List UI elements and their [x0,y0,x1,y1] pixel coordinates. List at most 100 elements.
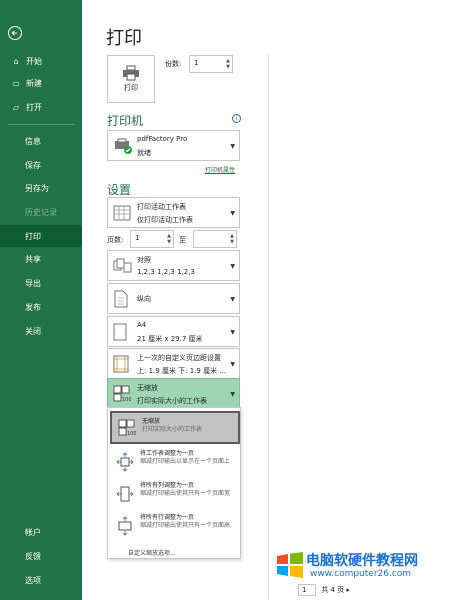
chevron-down-icon: ▼ [230,143,235,150]
printer-status: 就绪 [137,149,151,157]
windows-logo-icon [277,552,303,578]
page-number-input[interactable]: 1 [298,584,316,596]
scaling-option-no-scaling[interactable]: 100 无缩放 打印实际大小的工作表 [110,411,240,444]
printer-dropdown[interactable]: pdfFactory Pro 就绪 ▼ [107,130,240,161]
preview-divider [268,54,269,600]
new-file-icon: ▭ [12,78,20,88]
svg-text:100: 100 [122,397,131,403]
pages-to-input[interactable]: ▲ ▼ [193,230,237,248]
nav-new[interactable]: ▭ 新建 [0,72,82,94]
nav-save-as[interactable]: 另存为 [0,177,82,199]
next-page-button[interactable]: ▸ [346,586,350,594]
scaling-desc: 打印实际大小的工作表 [137,397,207,405]
print-button[interactable]: 打印 [107,55,155,103]
pages-label: 页数: [107,236,124,244]
nav-history: 历史记录 [25,207,57,217]
paper-icon [113,323,127,341]
option-desc: 打印实际大小的工作表 [142,426,203,433]
chevron-down-icon: ▼ [230,329,235,336]
watermark-title: 电脑软硬件教程网 [306,553,418,569]
paper-title: A4 [137,321,147,329]
option-title: 将工作表调整为一页 [140,450,195,457]
margins-dropdown[interactable]: 上一次的自定义页边距设置 上: 1.9 厘米 下: 1.9 厘米 ... ▼ [107,348,240,379]
option-title: 无缩放 [142,418,161,425]
margins-desc: 上: 1.9 厘米 下: 1.9 厘米 ... [137,367,227,375]
copies-input[interactable]: 1 ▲ ▼ [189,55,233,73]
chevron-down-icon: ▼ [230,391,235,398]
to-label: 至 [179,236,186,244]
option-desc: 缩减打印输出使其只有一个页面宽 [140,490,231,497]
back-button[interactable] [8,26,22,40]
fit-sheet-icon [116,452,134,472]
margins-icon [113,355,129,373]
fit-rows-icon [118,516,132,536]
info-icon[interactable]: i [232,114,241,123]
site-watermark: 电脑软硬件教程网 www.computer26.com [276,546,446,584]
scaling-option-fit-columns[interactable]: 将所有列调整为一页 缩减打印输出使其只有一个页面宽 [110,480,240,512]
print-what-title: 打印活动工作表 [137,203,186,211]
nav-save[interactable]: 保存 [0,154,82,176]
nav-label: 新建 [26,78,42,88]
fit-columns-icon [116,486,134,502]
pages-from-input[interactable]: 1 ▲ ▼ [130,230,174,248]
page-title: 打印 [106,28,142,49]
back-arrow-icon [11,30,17,36]
orientation-dropdown[interactable]: 纵向 ▼ [107,283,240,314]
nav-open[interactable]: ▱ 打开 [0,96,82,118]
nav-publish[interactable]: 发布 [0,296,82,318]
paper-size-dropdown[interactable]: A4 21 厘米 x 29.7 厘米 ▼ [107,316,240,347]
nav-export[interactable]: 导出 [0,272,82,294]
printer-name: pdfFactory Pro [137,135,188,143]
printer-heading: 打印机 [107,114,144,128]
nav-info[interactable]: 信息 [0,130,82,152]
paper-desc: 21 厘米 x 29.7 厘米 [137,335,203,343]
chevron-down-icon: ▼ [230,361,235,368]
copies-label: 份数: [165,60,182,68]
svg-text:100: 100 [127,431,136,437]
custom-scaling-link[interactable]: 自定义缩放选项... [128,548,176,557]
no-scaling-icon: 100 [113,385,131,403]
nav-print[interactable]: 打印 [0,225,82,247]
option-title: 将所有列调整为一页 [140,482,195,489]
nav-close[interactable]: 关闭 [0,320,82,342]
preview-pager: 1 共 4 页 ▸ [298,584,350,596]
chevron-down-icon: ▼ [230,296,235,303]
printer-properties-link[interactable]: 打印机属性 [205,165,235,174]
print-what-dropdown[interactable]: 打印活动工作表 仅打印活动工作表 ▼ [107,197,240,228]
scaling-title: 无缩放 [137,384,158,392]
option-title: 将所有行调整为一页 [140,514,195,521]
nav-label: 开始 [26,56,42,66]
chevron-down-icon: ▼ [230,210,235,217]
collate-title: 对照 [137,256,151,264]
scaling-dropdown[interactable]: 100 无缩放 打印实际大小的工作表 ▼ [107,378,240,409]
nav-label: 打开 [26,102,42,112]
scaling-option-fit-sheet[interactable]: 将工作表调整为一页 缩减打印输出以显示在一个页面上 [110,448,240,480]
chevron-down-icon: ▼ [230,263,235,270]
margins-title: 上一次的自定义页边距设置 [137,354,221,362]
nav-feedback[interactable]: 反馈 [0,545,82,567]
nav-home[interactable]: ⌂ 开始 [0,50,82,72]
home-icon: ⌂ [13,56,19,66]
nav-share[interactable]: 共享 [0,248,82,270]
page-total: 共 4 页 [321,586,345,594]
settings-heading: 设置 [107,183,132,197]
option-desc: 缩减打印输出以显示在一个页面上 [140,458,231,465]
nav-account[interactable]: 帐户 [0,521,82,543]
copies-spinner[interactable]: ▲ ▼ [226,58,230,70]
pages-from-value: 1 [135,234,140,242]
print-what-desc: 仅打印活动工作表 [137,216,193,224]
watermark-url: www.computer26.com [310,569,412,579]
collate-desc: 1,2,3 1,2,3 1,2,3 [137,268,195,276]
scaling-option-fit-rows[interactable]: 将所有行调整为一页 缩减打印输出使其只有一个页面高 [110,512,240,544]
pages-to-spinner[interactable]: ▲ ▼ [230,233,234,245]
nav-options[interactable]: 选项 [0,569,82,591]
pages-from-spinner[interactable]: ▲ ▼ [167,233,171,245]
open-folder-icon: ▱ [12,102,20,112]
print-button-label: 打印 [124,84,138,92]
worksheet-icon [113,205,131,221]
collate-dropdown[interactable]: 对照 1,2,3 1,2,3 1,2,3 ▼ [107,250,240,281]
collate-icon [113,258,132,273]
option-desc: 缩减打印输出使其只有一个页面高 [140,522,231,529]
printer-ready-icon [115,138,132,154]
copies-value: 1 [194,59,199,67]
